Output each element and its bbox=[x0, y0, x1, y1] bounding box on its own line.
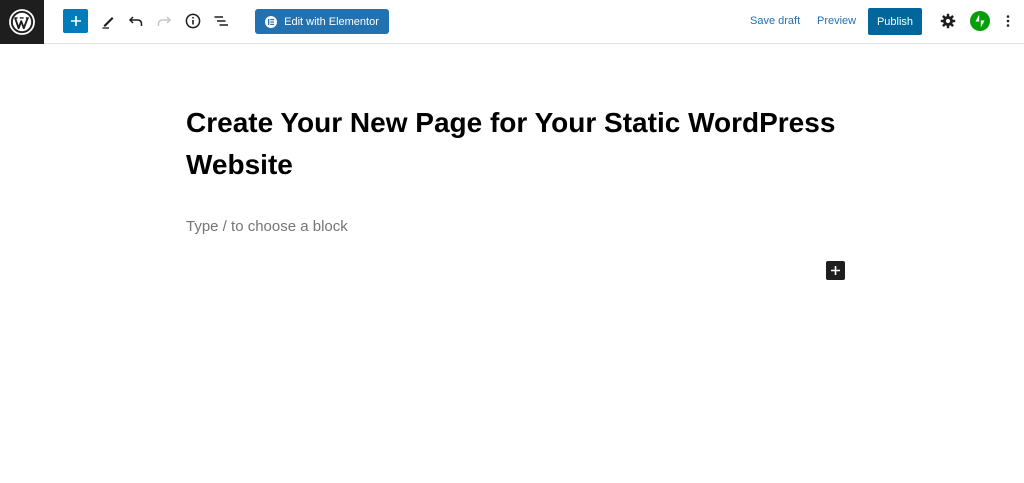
wordpress-logo-button[interactable] bbox=[0, 0, 44, 44]
elementor-icon bbox=[265, 15, 278, 28]
post-title-input[interactable]: Create Your New Page for Your Static Wor… bbox=[186, 102, 846, 186]
add-block-button[interactable] bbox=[63, 9, 88, 33]
redo-icon bbox=[157, 16, 172, 26]
pencil-icon bbox=[102, 17, 114, 29]
undo-icon bbox=[128, 16, 143, 26]
details-button[interactable] bbox=[181, 9, 205, 33]
more-vertical-icon bbox=[1006, 15, 1010, 27]
redo-button[interactable] bbox=[152, 9, 176, 33]
publish-button[interactable]: Publish bbox=[868, 8, 922, 35]
options-button[interactable] bbox=[996, 9, 1020, 33]
tools-button[interactable] bbox=[96, 9, 120, 33]
editor-top-toolbar: Edit with Elementor Save draft Preview P… bbox=[0, 0, 1024, 44]
jetpack-icon bbox=[975, 14, 985, 28]
list-view-button[interactable] bbox=[209, 9, 233, 33]
undo-button[interactable] bbox=[124, 9, 148, 33]
gear-icon bbox=[940, 13, 956, 29]
plus-icon bbox=[831, 266, 840, 275]
edit-with-elementor-button[interactable]: Edit with Elementor bbox=[255, 9, 389, 34]
block-appender-placeholder[interactable]: Type / to choose a block bbox=[186, 218, 348, 235]
settings-button[interactable] bbox=[936, 9, 960, 33]
info-icon bbox=[185, 13, 201, 29]
inline-block-inserter-button[interactable] bbox=[826, 261, 845, 280]
preview-button[interactable]: Preview bbox=[817, 12, 856, 30]
plus-icon bbox=[70, 16, 81, 26]
save-draft-button[interactable]: Save draft bbox=[750, 12, 800, 30]
elementor-button-label: Edit with Elementor bbox=[284, 15, 379, 28]
jetpack-button[interactable] bbox=[970, 11, 990, 31]
wordpress-icon bbox=[9, 9, 35, 35]
list-view-icon bbox=[214, 16, 228, 26]
